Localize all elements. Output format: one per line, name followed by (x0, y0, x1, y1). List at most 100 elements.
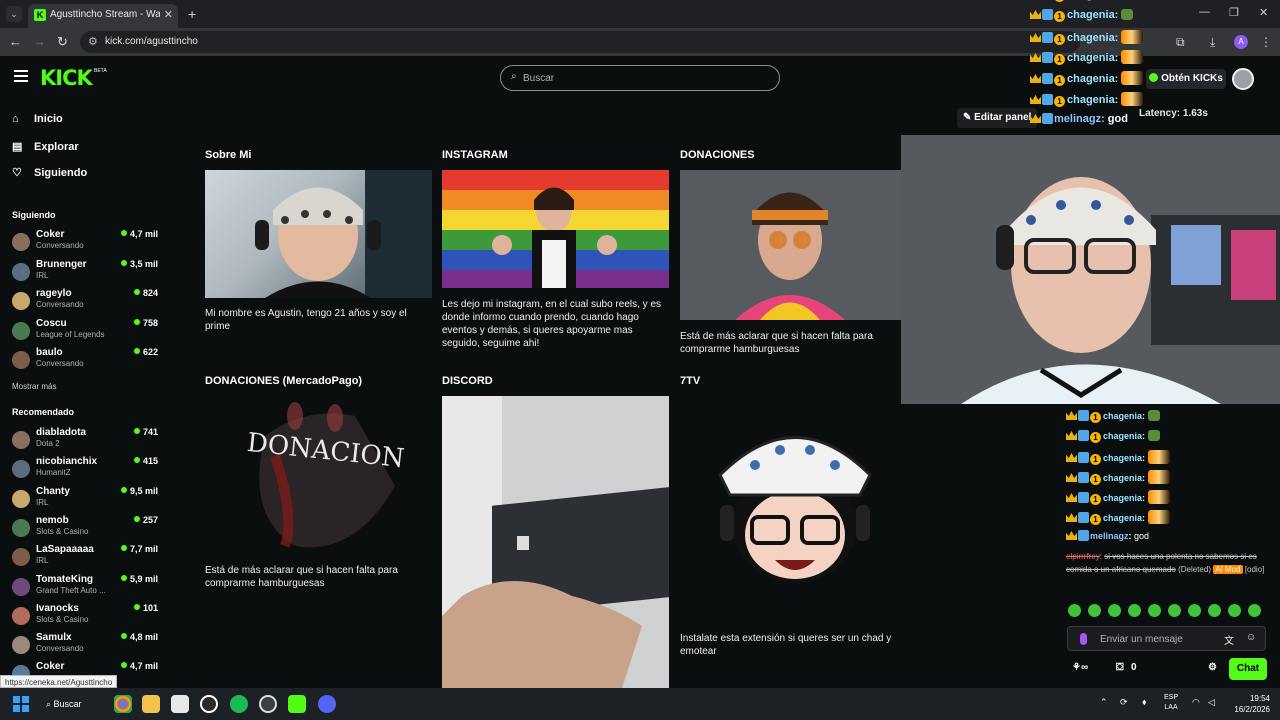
quick-emote-icon[interactable] (1208, 604, 1221, 617)
chat-username[interactable]: chagenia (1103, 453, 1142, 463)
kick-logo[interactable]: KICK (40, 66, 93, 90)
discord-icon[interactable] (318, 695, 336, 713)
browser-menu-icon[interactable]: ⋮ (1260, 35, 1272, 49)
channel-points-icon[interactable]: ⚘∞ (1072, 662, 1088, 673)
spotify-icon[interactable] (230, 695, 248, 713)
translate-icon[interactable]: 文 (1224, 632, 1234, 647)
sidebar-channel[interactable]: TomateKing Grand Theft Auto ... 5,9 mil (12, 574, 162, 602)
get-kicks-button[interactable]: Obtén KICKs (1146, 69, 1226, 89)
quick-emote-icon[interactable] (1128, 604, 1141, 617)
maximize-icon[interactable]: ❐ (1229, 6, 1239, 19)
chat-username[interactable]: chagenia (1103, 411, 1142, 421)
wifi-icon[interactable]: ◠ (1192, 697, 1200, 708)
volume-icon[interactable]: ◁ (1208, 697, 1215, 708)
site-info-icon[interactable]: ⚙ (88, 35, 98, 48)
chat-username[interactable]: chagenia (1103, 431, 1142, 441)
chat-send-button[interactable]: Chat (1229, 658, 1267, 680)
chat-username[interactable]: chagenia (1103, 513, 1142, 523)
quick-emote-icon[interactable] (1168, 604, 1181, 617)
quick-emote-icon[interactable] (1088, 604, 1101, 617)
nav-home[interactable]: ⌂ Inicio (12, 113, 63, 133)
quick-emote-icon[interactable] (1188, 604, 1201, 617)
clock[interactable]: 19:54 16/2/2026 (1226, 693, 1270, 715)
viewer-count: 4,7 mil (129, 661, 158, 672)
chat-username[interactable]: chagenia (1103, 473, 1142, 483)
address-bar[interactable]: ⚙ kick.com/agusttincho (80, 31, 1080, 53)
search-box[interactable]: ⌕ (500, 65, 780, 91)
chat-input-box[interactable]: 文 ☺ (1067, 626, 1266, 651)
chat-settings-icon[interactable]: ⚙ (1208, 662, 1217, 673)
tab-close-icon[interactable]: ✕ (164, 8, 173, 21)
obs-icon[interactable] (259, 695, 277, 713)
sidebar-channel[interactable]: diabladota Dota 2 741 (12, 427, 162, 455)
donations-photo (680, 170, 901, 320)
quick-emote-icon[interactable] (1108, 604, 1121, 617)
sidebar-channel[interactable]: nemob Slots & Casino 257 (12, 515, 162, 543)
sidebar-channel[interactable]: Coscu League of Legends 758 (12, 318, 162, 346)
window-close-icon[interactable]: ✕ (1259, 6, 1268, 19)
mic-tray-icon[interactable]: ♦ (1142, 697, 1147, 707)
gift-icon[interactable]: ⛋ (1116, 662, 1124, 673)
mic-icon[interactable] (1080, 633, 1087, 645)
live-dot-icon (133, 515, 140, 522)
sidebar-channel[interactable]: LaSapaaaaa IRL 7,7 mil (12, 544, 162, 572)
profile-avatar[interactable]: A (1234, 35, 1248, 49)
chat-username[interactable]: chagenia (1103, 493, 1142, 503)
emoji-icon[interactable]: ☺ (1246, 632, 1256, 643)
show-more-link[interactable]: Mostrar más (12, 382, 56, 391)
kick-app-icon[interactable] (288, 695, 306, 713)
channel-viewers: 7,7 mil (120, 544, 158, 554)
sidebar-channel[interactable]: Ivanocks Slots & Casino 101 (12, 603, 162, 631)
sidebar-channel[interactable]: nicobianchix HumanitZ 415 (12, 456, 162, 484)
crown-badge-icon (1030, 74, 1041, 83)
back-icon[interactable]: ← (9, 34, 22, 49)
user-avatar[interactable] (1232, 68, 1254, 90)
sidebar-channel[interactable]: rageylo Conversando 824 (12, 288, 162, 316)
downloads-icon[interactable]: ⤓ (1210, 35, 1215, 50)
file-explorer-icon[interactable] (142, 695, 160, 713)
chat-message-input[interactable] (1100, 631, 1220, 647)
minimize-icon[interactable]: — (1199, 6, 1210, 18)
chat-username[interactable]: melinagz (1090, 531, 1129, 541)
windows-start-icon[interactable] (13, 696, 29, 712)
search-input[interactable] (523, 70, 763, 86)
viewer-count: 741 (142, 427, 158, 437)
panel-image-mercadopago[interactable]: DONACION (205, 396, 432, 556)
channel-avatar (12, 262, 30, 281)
sidebar-channel[interactable]: baulo Conversando 622 (12, 347, 162, 375)
browser-tab[interactable]: K Agusttincho Stream - Watch Li ✕ (28, 4, 178, 28)
reload-icon[interactable]: ↻ (57, 34, 68, 50)
quick-emote-icon[interactable] (1068, 604, 1081, 617)
sidebar-channel[interactable]: Chanty IRL 9,5 mil (12, 486, 162, 514)
new-tab-button[interactable]: + (188, 6, 196, 22)
quick-emote-icon[interactable] (1228, 604, 1241, 617)
panel-image-donations[interactable] (680, 170, 901, 320)
menu-icon[interactable] (14, 70, 28, 82)
chrome-icon[interactable] (114, 695, 132, 713)
media-app-icon[interactable] (171, 695, 189, 713)
channel-avatar (12, 518, 30, 537)
panel-image-instagram[interactable] (442, 170, 669, 288)
deleted-username[interactable]: elpirrrfrey (1066, 552, 1100, 561)
extensions-icon[interactable]: ⧉ (1176, 35, 1185, 50)
nav-following[interactable]: ♡ Siguiendo (12, 166, 87, 186)
quick-emote-icon[interactable] (1248, 604, 1261, 617)
taskbar-search[interactable]: ⌕ Buscar (46, 694, 104, 714)
nav-explore[interactable]: ▤ Explorar (12, 140, 79, 160)
forward-icon[interactable]: → (33, 34, 46, 49)
sidebar-channel[interactable]: Samulx Conversando 4,8 mil (12, 632, 162, 660)
panel-image-about[interactable] (205, 170, 432, 298)
chatgpt-icon[interactable] (200, 695, 218, 713)
panel-image-7tv[interactable] (700, 405, 890, 590)
network-tray-icon[interactable]: ⟳ (1120, 697, 1128, 708)
channel-avatar (12, 577, 30, 596)
quick-emote-icon[interactable] (1148, 604, 1161, 617)
edit-panel-button[interactable]: ✎ Editar panel (957, 108, 1038, 128)
tab-search-button[interactable]: ⌄ (6, 6, 22, 22)
sidebar-channel[interactable]: Brunenger IRL 3,5 mil (12, 259, 162, 287)
panel-image-discord[interactable] (442, 396, 669, 688)
sidebar-channel[interactable]: Coker Conversando 4,7 mil (12, 229, 162, 257)
crown-badge-icon (1066, 531, 1077, 540)
language-indicator[interactable]: ESP LAA (1164, 693, 1178, 713)
tray-chevron-icon[interactable]: ⌃ (1100, 697, 1108, 708)
